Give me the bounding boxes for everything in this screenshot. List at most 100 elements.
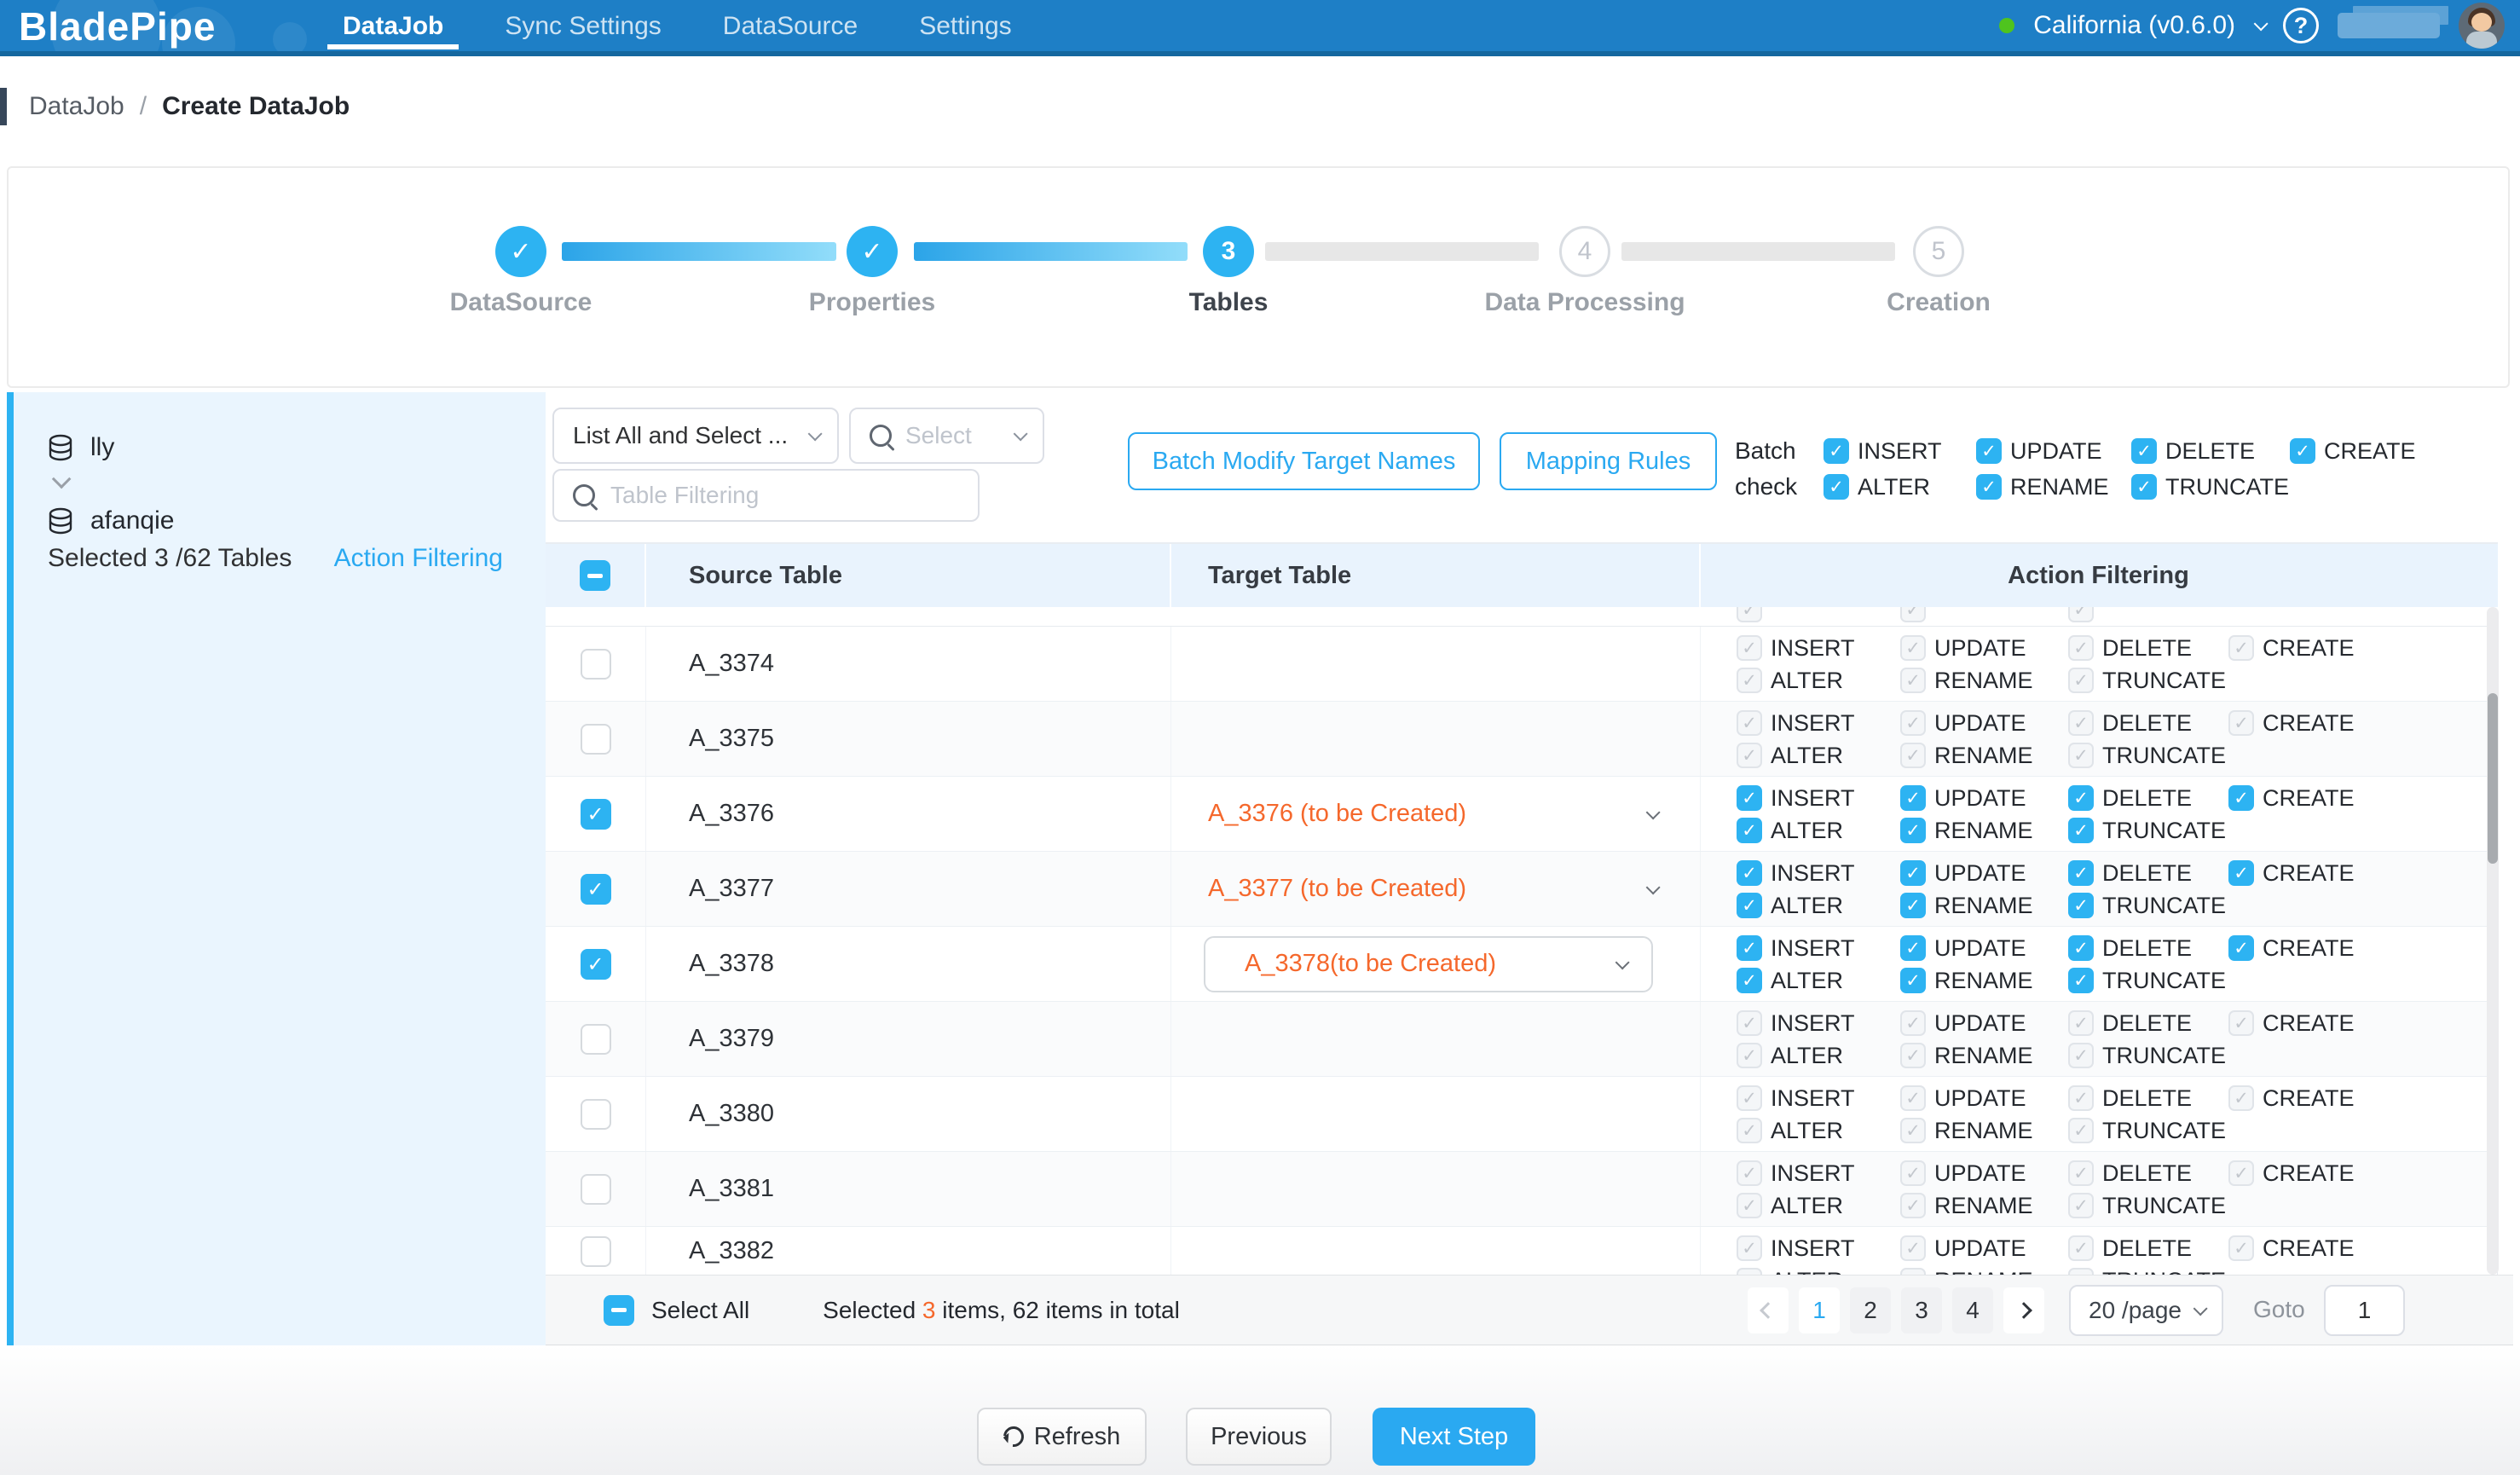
action-checkbox-delete[interactable]: ✓ bbox=[2068, 1085, 2094, 1111]
row-checkbox-a-3382[interactable] bbox=[581, 1236, 611, 1267]
vertical-scrollbar-track[interactable] bbox=[2487, 607, 2499, 1275]
action-checkbox-delete[interactable]: ✓ bbox=[2068, 1160, 2094, 1186]
action-checkbox-rename[interactable]: ✓ bbox=[1900, 1193, 1926, 1218]
target-table-value[interactable]: A_3376 (to be Created) bbox=[1208, 800, 1466, 828]
row-checkbox-a-3378[interactable]: ✓ bbox=[581, 949, 611, 980]
action-checkbox-alter[interactable]: ✓ bbox=[1737, 968, 1762, 993]
pagination-page-2[interactable]: 2 bbox=[1850, 1287, 1891, 1333]
page-size-select[interactable]: 20 /page bbox=[2069, 1285, 2223, 1336]
action-checkbox-insert[interactable]: ✓ bbox=[1737, 860, 1762, 886]
refresh-button[interactable]: Refresh bbox=[977, 1408, 1147, 1466]
row-checkbox-a-3381[interactable] bbox=[581, 1174, 611, 1205]
action-checkbox-insert[interactable]: ✓ bbox=[1737, 1160, 1762, 1186]
avatar[interactable] bbox=[2459, 3, 2505, 49]
mapping-rules-button[interactable]: Mapping Rules bbox=[1500, 432, 1717, 490]
pagination-page-3[interactable]: 3 bbox=[1901, 1287, 1942, 1333]
action-checkbox-truncate[interactable]: ✓ bbox=[2068, 1118, 2094, 1143]
action-checkbox-delete[interactable]: ✓ bbox=[2068, 860, 2094, 886]
action-checkbox-alter[interactable]: ✓ bbox=[1737, 743, 1762, 768]
action-checkbox-update[interactable]: ✓ bbox=[1900, 860, 1926, 886]
action-checkbox-truncate[interactable]: ✓ bbox=[2068, 668, 2094, 693]
step-circle-data-processing[interactable]: 4 bbox=[1559, 226, 1610, 277]
pagination-next-button[interactable] bbox=[2003, 1287, 2044, 1333]
action-checkbox-insert[interactable]: ✓ bbox=[1737, 1010, 1762, 1036]
action-checkbox-rename[interactable]: ✓ bbox=[1900, 1043, 1926, 1068]
action-checkbox-insert[interactable]: ✓ bbox=[1737, 785, 1762, 811]
batch-checkbox-update[interactable]: ✓ bbox=[1976, 438, 2002, 464]
action-checkbox-rename[interactable]: ✓ bbox=[1900, 818, 1926, 843]
step-circle-tables[interactable]: 3 bbox=[1203, 226, 1254, 277]
action-checkbox-create[interactable]: ✓ bbox=[2228, 1160, 2254, 1186]
action-checkbox-delete[interactable]: ✓ bbox=[2068, 1010, 2094, 1036]
action-checkbox-truncate[interactable]: ✓ bbox=[2068, 1193, 2094, 1218]
row-checkbox-a-3375[interactable] bbox=[581, 724, 611, 755]
step-circle-properties[interactable]: ✓ bbox=[847, 226, 898, 277]
batch-checkbox-alter[interactable]: ✓ bbox=[1824, 474, 1849, 500]
action-checkbox-create[interactable]: ✓ bbox=[2228, 1010, 2254, 1036]
action-checkbox-insert[interactable]: ✓ bbox=[1737, 1085, 1762, 1111]
vertical-scrollbar-thumb[interactable] bbox=[2488, 693, 2498, 864]
pagination-page-4[interactable]: 4 bbox=[1952, 1287, 1993, 1333]
table-filter[interactable] bbox=[552, 469, 980, 522]
row-checkbox-a-3380[interactable] bbox=[581, 1099, 611, 1130]
action-checkbox-truncate[interactable]: ✓ bbox=[2068, 893, 2094, 918]
action-checkbox-rename[interactable]: ✓ bbox=[1900, 893, 1926, 918]
chevron-down-icon[interactable] bbox=[1646, 880, 1661, 894]
chevron-down-icon[interactable] bbox=[2254, 16, 2269, 31]
nav-item-settings[interactable]: Settings bbox=[904, 0, 1026, 51]
batch-checkbox-insert[interactable]: ✓ bbox=[1824, 438, 1849, 464]
action-checkbox-alter[interactable]: ✓ bbox=[1737, 893, 1762, 918]
action-checkbox-delete[interactable]: ✓ bbox=[2068, 635, 2094, 661]
batch-checkbox-truncate[interactable]: ✓ bbox=[2131, 474, 2157, 500]
batch-checkbox-delete[interactable]: ✓ bbox=[2131, 438, 2157, 464]
nav-item-datajob[interactable]: DataJob bbox=[327, 0, 459, 51]
action-checkbox-insert[interactable]: ✓ bbox=[1737, 710, 1762, 736]
row-checkbox-a-3374[interactable] bbox=[581, 649, 611, 680]
select-all-checkbox[interactable] bbox=[580, 560, 610, 591]
action-checkbox-create[interactable]: ✓ bbox=[2228, 1085, 2254, 1111]
action-checkbox-update[interactable]: ✓ bbox=[1900, 785, 1926, 811]
table-filter-input[interactable] bbox=[609, 481, 959, 510]
action-checkbox-alter[interactable]: ✓ bbox=[1737, 1118, 1762, 1143]
action-checkbox-delete[interactable]: ✓ bbox=[2068, 935, 2094, 961]
action-checkbox-rename[interactable]: ✓ bbox=[1900, 968, 1926, 993]
action-checkbox-delete[interactable]: ✓ bbox=[2068, 785, 2094, 811]
action-checkbox-alter[interactable]: ✓ bbox=[1737, 818, 1762, 843]
breadcrumb-parent[interactable]: DataJob bbox=[29, 92, 124, 121]
action-checkbox-alter[interactable]: ✓ bbox=[1737, 1043, 1762, 1068]
action-checkbox-update[interactable]: ✓ bbox=[1900, 1235, 1926, 1261]
schema-select[interactable]: Select bbox=[849, 408, 1044, 464]
action-checkbox-create[interactable]: ✓ bbox=[2228, 1235, 2254, 1261]
pagination-previous-button[interactable] bbox=[1748, 1287, 1789, 1333]
action-checkbox-truncate[interactable]: ✓ bbox=[2068, 968, 2094, 993]
action-checkbox-insert[interactable]: ✓ bbox=[1737, 935, 1762, 961]
action-checkbox-update[interactable]: ✓ bbox=[1900, 1085, 1926, 1111]
chevron-down-icon[interactable] bbox=[1646, 805, 1661, 819]
target-table-value[interactable]: A_3377 (to be Created) bbox=[1208, 875, 1466, 903]
action-checkbox-update[interactable]: ✓ bbox=[1900, 710, 1926, 736]
action-checkbox-rename[interactable]: ✓ bbox=[1900, 1118, 1926, 1143]
list-mode-select[interactable]: List All and Select ... bbox=[552, 408, 839, 464]
action-checkbox-truncate[interactable]: ✓ bbox=[2068, 818, 2094, 843]
action-checkbox-insert[interactable]: ✓ bbox=[1737, 635, 1762, 661]
action-checkbox-create[interactable]: ✓ bbox=[2228, 635, 2254, 661]
datasource-sidebar[interactable]: lly afanqie Selected 3 /62 Tables Action… bbox=[7, 392, 546, 1345]
environment-selector[interactable]: California (v0.6.0) bbox=[2033, 11, 2235, 40]
row-checkbox-a-3379[interactable] bbox=[581, 1024, 611, 1055]
batch-checkbox-rename[interactable]: ✓ bbox=[1976, 474, 2002, 500]
action-checkbox-create[interactable]: ✓ bbox=[2228, 860, 2254, 886]
select-all-footer-checkbox[interactable] bbox=[604, 1295, 634, 1326]
action-checkbox-update[interactable]: ✓ bbox=[1900, 635, 1926, 661]
row-checkbox-a-3377[interactable]: ✓ bbox=[581, 874, 611, 905]
step-circle-datasource[interactable]: ✓ bbox=[495, 226, 546, 277]
action-checkbox-rename[interactable]: ✓ bbox=[1900, 743, 1926, 768]
action-checkbox-truncate[interactable]: ✓ bbox=[2068, 1043, 2094, 1068]
action-checkbox-insert[interactable]: ✓ bbox=[1737, 1235, 1762, 1261]
batch-modify-target-names-button[interactable]: Batch Modify Target Names bbox=[1128, 432, 1480, 490]
action-checkbox-create[interactable]: ✓ bbox=[2228, 785, 2254, 811]
action-filtering-link[interactable]: Action Filtering bbox=[334, 544, 503, 573]
previous-button[interactable]: Previous bbox=[1186, 1408, 1332, 1466]
action-checkbox-create[interactable]: ✓ bbox=[2228, 710, 2254, 736]
nav-item-sync-settings[interactable]: Sync Settings bbox=[489, 0, 676, 51]
pagination-page-1[interactable]: 1 bbox=[1799, 1287, 1840, 1333]
